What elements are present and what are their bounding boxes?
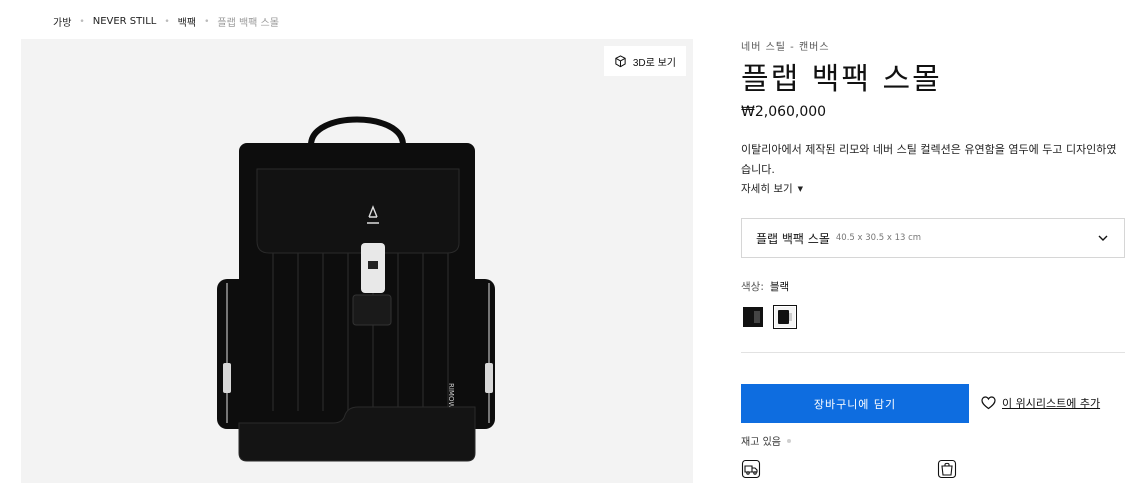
- breadcrumb-separator: •: [79, 16, 85, 27]
- delivery-truck-icon[interactable]: [741, 459, 761, 479]
- read-more-toggle[interactable]: 자세히 보기 ▼: [741, 181, 803, 196]
- color-label: 색상: 블랙: [741, 279, 789, 294]
- breadcrumb-item-current: 플랩 백팩 스몰: [217, 18, 279, 29]
- product-gallery[interactable]: 3D로 보기 RIMOWA: [21, 39, 693, 483]
- stock-status: 재고 있음: [741, 433, 791, 448]
- product-price: ₩2,060,000: [741, 104, 827, 120]
- size-select[interactable]: 플랩 백팩 스몰 40.5 x 30.5 x 13 cm: [741, 218, 1125, 258]
- product-collection: 네버 스틸 - 캔버스: [741, 42, 830, 53]
- breadcrumb: 가방 • NEVER STILL • 백팩 • 플랩 백팩 스몰: [53, 14, 279, 29]
- swatch-black-white-image: [775, 307, 795, 327]
- read-more-label: 자세히 보기: [741, 183, 793, 195]
- product-image-backpack: RIMOWA: [217, 116, 495, 462]
- stock-dot: [786, 438, 791, 443]
- wishlist-label: 이 위시리스트에 추가: [1002, 397, 1101, 410]
- swatch-black[interactable]: [741, 305, 765, 329]
- product-title: 플랩 백팩 스몰: [741, 62, 942, 97]
- view-3d-button[interactable]: 3D로 보기: [603, 46, 686, 76]
- view-3d-label: 3D로 보기: [632, 57, 676, 69]
- breadcrumb-item-never-still[interactable]: NEVER STILL: [93, 16, 157, 27]
- breadcrumb-item-backpacks[interactable]: 백팩: [178, 14, 196, 29]
- divider: [741, 352, 1125, 353]
- product-description: 이탈리아에서 제작된 리모와 네버 스틸 컬렉션은 유연함을 염두에 두고 디자…: [741, 143, 1117, 176]
- color-swatches: [741, 305, 797, 329]
- cube-3d-icon: [615, 54, 626, 67]
- add-to-cart-button[interactable]: 장바구니에 담기: [741, 384, 969, 423]
- color-label-key: 색상:: [741, 281, 764, 293]
- swatch-black-white[interactable]: [773, 305, 797, 329]
- color-label-value: 블랙: [769, 281, 790, 293]
- size-select-dimensions: 40.5 x 30.5 x 13 cm: [835, 233, 922, 243]
- breadcrumb-item-bags[interactable]: 가방: [53, 14, 71, 29]
- caret-down-icon: ▼: [797, 184, 804, 193]
- breadcrumb-separator: •: [164, 16, 170, 27]
- breadcrumb-separator: •: [204, 16, 210, 27]
- chevron-down-icon: [1098, 235, 1108, 241]
- heart-icon: [981, 396, 996, 410]
- stock-status-label: 재고 있음: [741, 437, 781, 448]
- add-to-wishlist-link[interactable]: 이 위시리스트에 추가: [981, 395, 1100, 411]
- shopping-bag-icon[interactable]: [937, 459, 957, 479]
- swatch-black-image: [743, 307, 763, 327]
- size-select-name: 플랩 백팩 스몰: [756, 231, 830, 246]
